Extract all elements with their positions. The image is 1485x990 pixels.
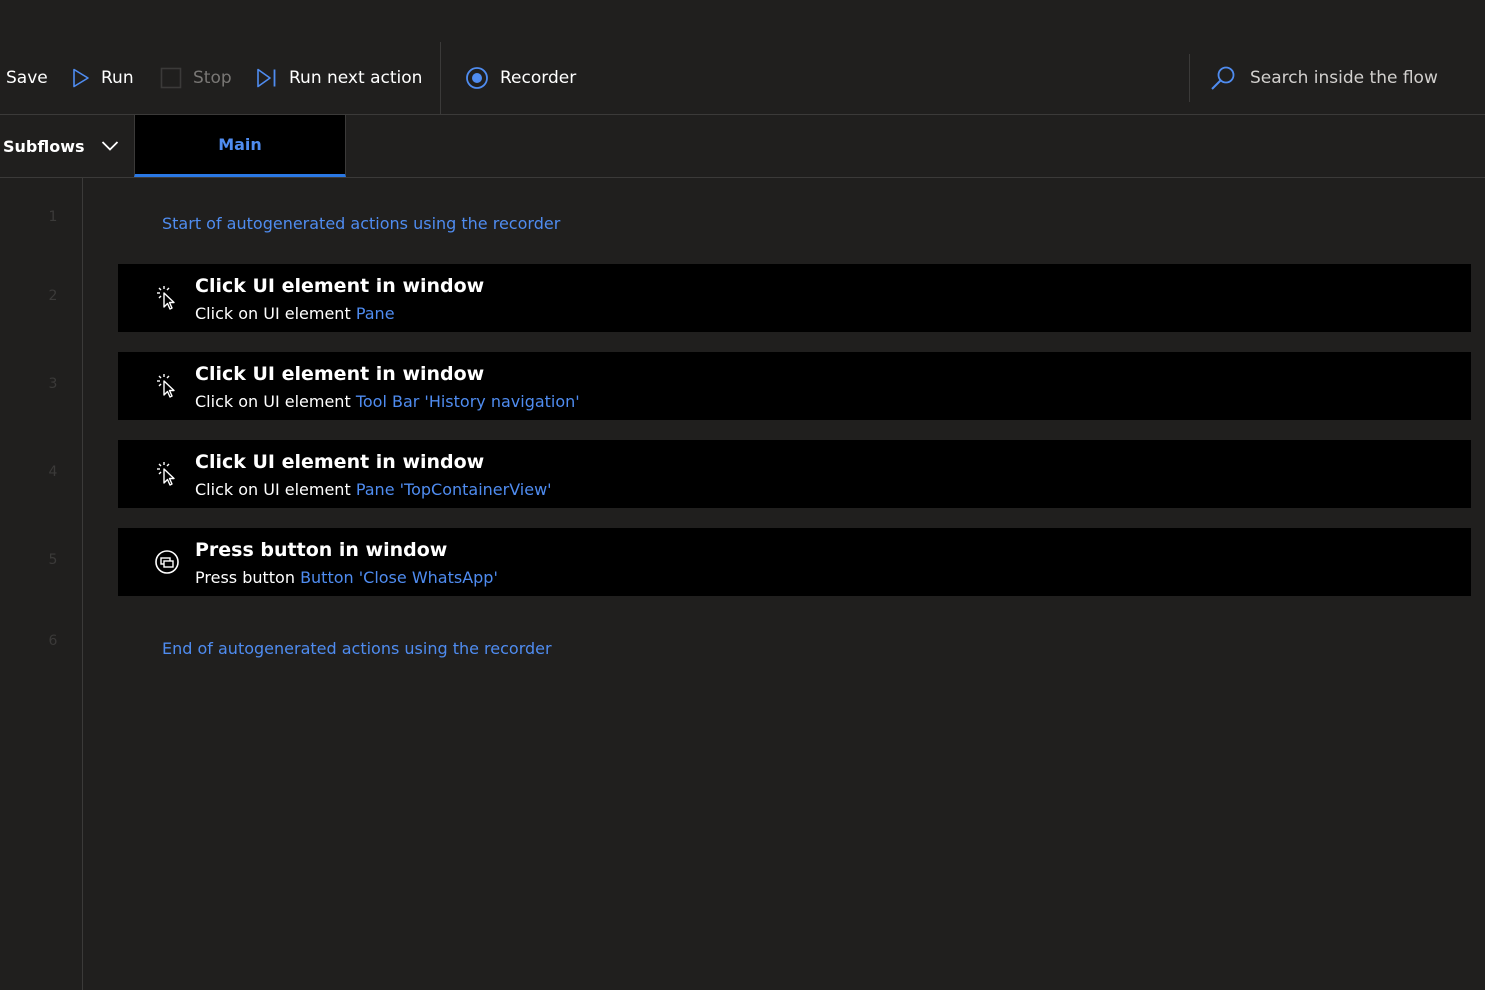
action-title: Press button in window xyxy=(195,539,448,561)
tab-main[interactable]: Main xyxy=(134,115,346,177)
play-icon xyxy=(72,68,90,88)
recorder-button[interactable]: Recorder xyxy=(465,42,576,114)
action-description-prefix: Press button xyxy=(195,568,295,587)
press-button-icon xyxy=(154,548,180,576)
line-number: 5 xyxy=(48,552,58,568)
line-number: 4 xyxy=(48,464,58,480)
chevron-down-icon xyxy=(101,140,119,152)
action-description-prefix: Click on UI element xyxy=(195,304,351,323)
action-title: Click UI element in window xyxy=(195,451,485,473)
click-ui-element-icon xyxy=(154,284,180,312)
toolbar-divider xyxy=(440,42,441,114)
action-element-link[interactable]: Tool Bar 'History navigation' xyxy=(356,392,580,411)
run-button[interactable]: Run xyxy=(72,42,134,114)
action-description: Click on UI element Pane 'TopContainerVi… xyxy=(195,480,552,499)
toolbar: Save Run Stop Run next action Recorder S… xyxy=(0,42,1485,115)
stop-label: Stop xyxy=(193,68,232,88)
subflow-tabs: Subflows Main xyxy=(0,115,1485,178)
action-row[interactable]: Click UI element in window Click on UI e… xyxy=(118,352,1471,420)
run-label: Run xyxy=(101,68,134,88)
recorder-label: Recorder xyxy=(500,68,577,88)
click-ui-element-icon xyxy=(154,460,180,488)
search-icon xyxy=(1210,65,1236,91)
line-number: 6 xyxy=(48,633,58,649)
action-description: Press button Button 'Close WhatsApp' xyxy=(195,568,498,587)
record-icon xyxy=(465,66,489,90)
line-number: 1 xyxy=(48,209,58,225)
action-element-link[interactable]: Pane xyxy=(356,304,395,323)
click-ui-element-icon xyxy=(154,372,180,400)
run-next-action-label: Run next action xyxy=(289,68,423,88)
line-number: 3 xyxy=(48,376,58,392)
tab-main-label: Main xyxy=(218,135,262,154)
search-input[interactable]: Search inside the flow xyxy=(1189,54,1485,102)
action-title: Click UI element in window xyxy=(195,363,485,385)
action-row[interactable]: Press button in window Press button Butt… xyxy=(118,528,1471,596)
subflows-dropdown[interactable]: Subflows xyxy=(3,115,119,177)
action-row[interactable]: Click UI element in window Click on UI e… xyxy=(118,440,1471,508)
flow-designer: Save Run Stop Run next action Recorder S… xyxy=(0,0,1485,990)
end-comment[interactable]: End of autogenerated actions using the r… xyxy=(162,639,552,658)
action-title: Click UI element in window xyxy=(195,275,485,297)
step-forward-icon xyxy=(256,68,278,88)
subflows-label: Subflows xyxy=(3,136,85,156)
action-description-prefix: Click on UI element xyxy=(195,392,351,411)
action-element-link[interactable]: Button 'Close WhatsApp' xyxy=(300,568,498,587)
run-next-action-button[interactable]: Run next action xyxy=(256,42,422,114)
action-description-prefix: Click on UI element xyxy=(195,480,351,499)
stop-button[interactable]: Stop xyxy=(160,42,232,114)
action-description: Click on UI element Pane xyxy=(195,304,395,323)
search-placeholder: Search inside the flow xyxy=(1250,68,1438,88)
action-row[interactable]: Click UI element in window Click on UI e… xyxy=(118,264,1471,332)
action-element-link[interactable]: Pane 'TopContainerView' xyxy=(356,480,552,499)
stop-icon xyxy=(160,67,182,89)
save-button[interactable]: Save xyxy=(6,42,48,114)
line-number: 2 xyxy=(48,288,58,304)
save-label: Save xyxy=(6,68,48,88)
start-comment[interactable]: Start of autogenerated actions using the… xyxy=(162,214,560,233)
action-description: Click on UI element Tool Bar 'History na… xyxy=(195,392,580,411)
